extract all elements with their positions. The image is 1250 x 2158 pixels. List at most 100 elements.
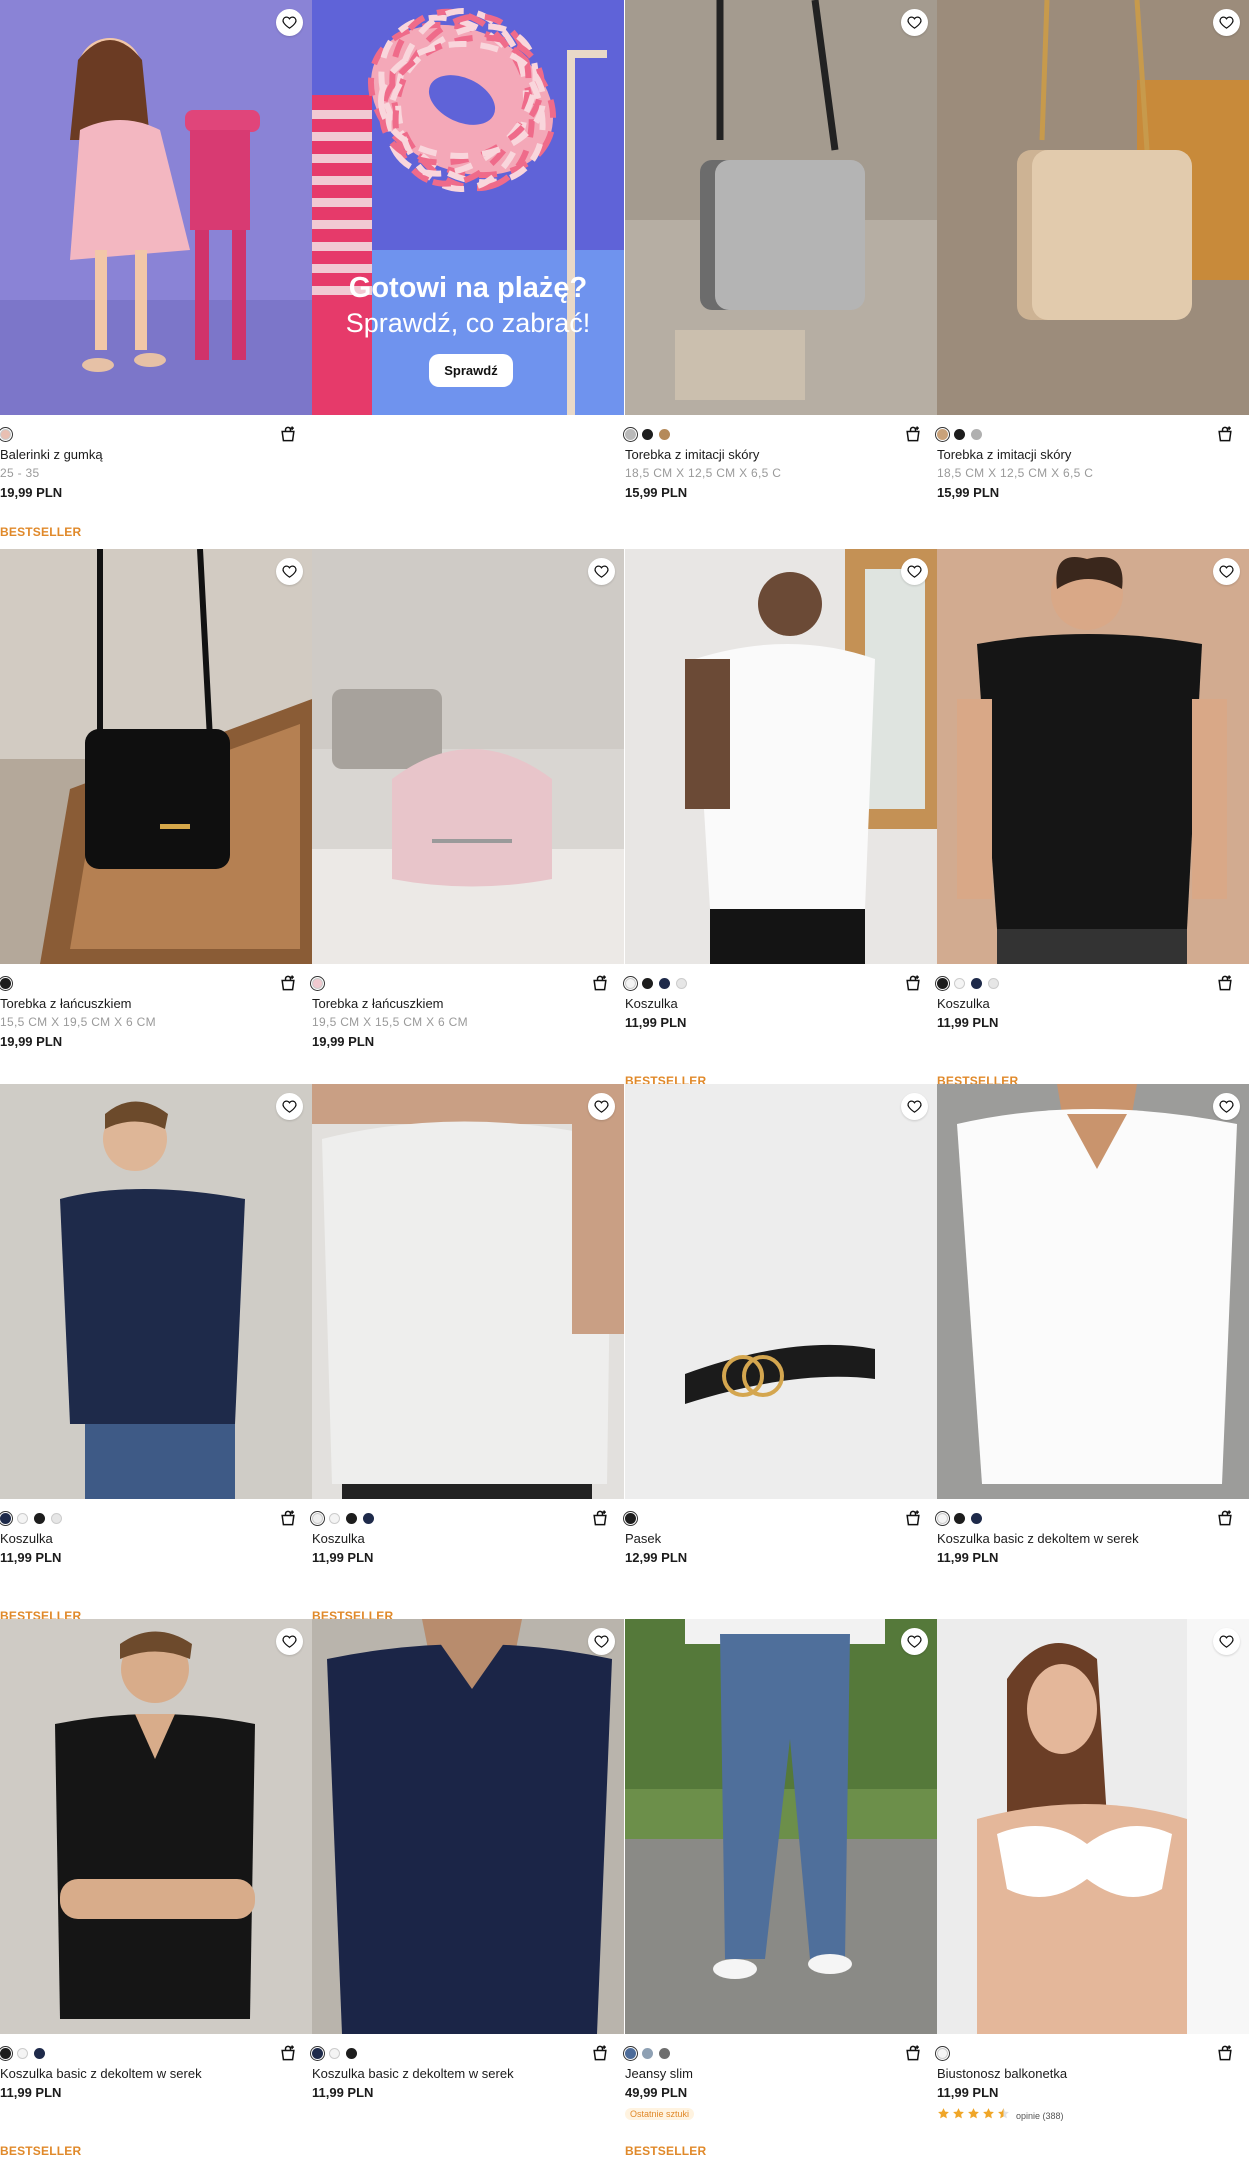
product-name[interactable]: Koszulka: [937, 996, 990, 1011]
product-name[interactable]: Torebka z łańcuszkiem: [312, 996, 444, 1011]
product-image[interactable]: [312, 549, 624, 964]
color-swatch[interactable]: [329, 1513, 340, 1524]
product-image[interactable]: [312, 1084, 624, 1499]
color-swatch[interactable]: [0, 1511, 13, 1526]
favorite-heart-icon[interactable]: [1213, 1093, 1240, 1120]
color-swatch[interactable]: [310, 976, 325, 991]
color-swatch[interactable]: [310, 2046, 325, 2061]
product-card[interactable]: Koszulka 11,99 PLN BESTSELLER: [623, 549, 937, 1088]
product-name[interactable]: Koszulka: [312, 1531, 365, 1546]
product-card[interactable]: Koszulka basic z dekoltem w serek 11,99 …: [310, 1619, 624, 2154]
favorite-heart-icon[interactable]: [276, 1628, 303, 1655]
product-image[interactable]: [625, 0, 937, 415]
favorite-heart-icon[interactable]: [1213, 1628, 1240, 1655]
favorite-heart-icon[interactable]: [901, 9, 928, 36]
add-to-cart-bag-icon[interactable]: [903, 2043, 923, 2063]
product-card[interactable]: Koszulka 11,99 PLN BESTSELLER: [935, 549, 1249, 1088]
product-image[interactable]: [937, 0, 1249, 415]
favorite-heart-icon[interactable]: [588, 1628, 615, 1655]
promo-image[interactable]: Gotowi na plażę? Sprawdź, co zabrać! Spr…: [312, 0, 624, 415]
color-swatch[interactable]: [310, 1511, 325, 1526]
product-name[interactable]: Pasek: [625, 1531, 661, 1546]
product-card[interactable]: Koszulka 11,99 PLN BESTSELLER: [310, 1084, 624, 1623]
add-to-cart-bag-icon[interactable]: [903, 1508, 923, 1528]
color-swatch[interactable]: [0, 427, 13, 442]
product-card[interactable]: Jeansy slim 49,99 PLN BESTSELLER Ostatnie…: [623, 1619, 937, 2158]
color-swatch[interactable]: [363, 1513, 374, 1524]
product-image[interactable]: [0, 1084, 312, 1499]
color-swatch[interactable]: [34, 1513, 45, 1524]
add-to-cart-bag-icon[interactable]: [1215, 424, 1235, 444]
color-swatch[interactable]: [0, 2046, 13, 2061]
color-swatch[interactable]: [34, 2048, 45, 2059]
color-swatch[interactable]: [971, 1513, 982, 1524]
color-swatch[interactable]: [346, 2048, 357, 2059]
product-name[interactable]: Balerinki z gumką: [0, 447, 103, 462]
product-card[interactable]: Balerinki z gumką 25 - 35 19,99 PLN BEST…: [0, 0, 312, 539]
color-swatch[interactable]: [51, 1513, 62, 1524]
color-swatch[interactable]: [642, 429, 653, 440]
color-swatch[interactable]: [623, 976, 638, 991]
product-name[interactable]: Koszulka: [625, 996, 678, 1011]
color-swatch[interactable]: [935, 1511, 950, 1526]
color-swatch[interactable]: [17, 2048, 28, 2059]
favorite-heart-icon[interactable]: [276, 9, 303, 36]
add-to-cart-bag-icon[interactable]: [903, 424, 923, 444]
color-swatch[interactable]: [329, 2048, 340, 2059]
product-card[interactable]: Koszulka basic z dekoltem w serek 11,99 …: [0, 1619, 312, 2158]
product-name[interactable]: Torebka z imitacji skóry: [937, 447, 1071, 462]
add-to-cart-bag-icon[interactable]: [278, 2043, 298, 2063]
product-name[interactable]: Koszulka: [0, 1531, 53, 1546]
product-name[interactable]: Biustonosz balkonetka: [937, 2066, 1067, 2081]
favorite-heart-icon[interactable]: [588, 558, 615, 585]
product-card[interactable]: Koszulka basic z dekoltem w serek 11,99 …: [935, 1084, 1249, 1619]
product-image[interactable]: [625, 549, 937, 964]
product-name[interactable]: Torebka z imitacji skóry: [625, 447, 759, 462]
favorite-heart-icon[interactable]: [901, 1093, 928, 1120]
product-name[interactable]: Koszulka basic z dekoltem w serek: [0, 2066, 202, 2081]
color-swatch[interactable]: [935, 976, 950, 991]
product-card[interactable]: Torebka z imitacji skóry 18,5 CM X 12,5 …: [935, 0, 1249, 535]
product-image[interactable]: [937, 1084, 1249, 1499]
product-name[interactable]: Koszulka basic z dekoltem w serek: [937, 1531, 1139, 1546]
color-swatch[interactable]: [642, 2048, 653, 2059]
favorite-heart-icon[interactable]: [588, 1093, 615, 1120]
add-to-cart-bag-icon[interactable]: [590, 1508, 610, 1528]
product-card[interactable]: Pasek 12,99 PLN: [623, 1084, 937, 1619]
favorite-heart-icon[interactable]: [901, 1628, 928, 1655]
product-image[interactable]: [0, 0, 312, 415]
color-swatch[interactable]: [935, 427, 950, 442]
rating[interactable]: opinie (388): [937, 2107, 1064, 2125]
product-card[interactable]: Torebka z imitacji skóry 18,5 CM X 12,5 …: [623, 0, 937, 535]
product-image[interactable]: [312, 1619, 624, 2034]
color-swatch[interactable]: [659, 978, 670, 989]
product-card[interactable]: Biustonosz balkonetka 11,99 PLN opinie (…: [935, 1619, 1249, 2154]
color-swatch[interactable]: [954, 429, 965, 440]
color-swatch[interactable]: [623, 1511, 638, 1526]
product-name[interactable]: Jeansy slim: [625, 2066, 693, 2081]
favorite-heart-icon[interactable]: [1213, 9, 1240, 36]
product-card[interactable]: Torebka z łańcuszkiem 19,5 CM X 15,5 CM …: [310, 549, 624, 1084]
add-to-cart-bag-icon[interactable]: [1215, 2043, 1235, 2063]
color-swatch[interactable]: [935, 2046, 950, 2061]
favorite-heart-icon[interactable]: [276, 1093, 303, 1120]
color-swatch[interactable]: [642, 978, 653, 989]
add-to-cart-bag-icon[interactable]: [590, 973, 610, 993]
product-name[interactable]: Torebka z łańcuszkiem: [0, 996, 132, 1011]
color-swatch[interactable]: [346, 1513, 357, 1524]
add-to-cart-bag-icon[interactable]: [278, 973, 298, 993]
add-to-cart-bag-icon[interactable]: [590, 2043, 610, 2063]
color-swatch[interactable]: [971, 429, 982, 440]
product-image[interactable]: [625, 1084, 937, 1499]
favorite-heart-icon[interactable]: [1213, 558, 1240, 585]
color-swatch[interactable]: [623, 2046, 638, 2061]
favorite-heart-icon[interactable]: [901, 558, 928, 585]
color-swatch[interactable]: [623, 427, 638, 442]
product-image[interactable]: [0, 1619, 312, 2034]
color-swatch[interactable]: [659, 2048, 670, 2059]
favorite-heart-icon[interactable]: [276, 558, 303, 585]
add-to-cart-bag-icon[interactable]: [1215, 973, 1235, 993]
color-swatch[interactable]: [971, 978, 982, 989]
color-swatch[interactable]: [954, 978, 965, 989]
add-to-cart-bag-icon[interactable]: [278, 424, 298, 444]
